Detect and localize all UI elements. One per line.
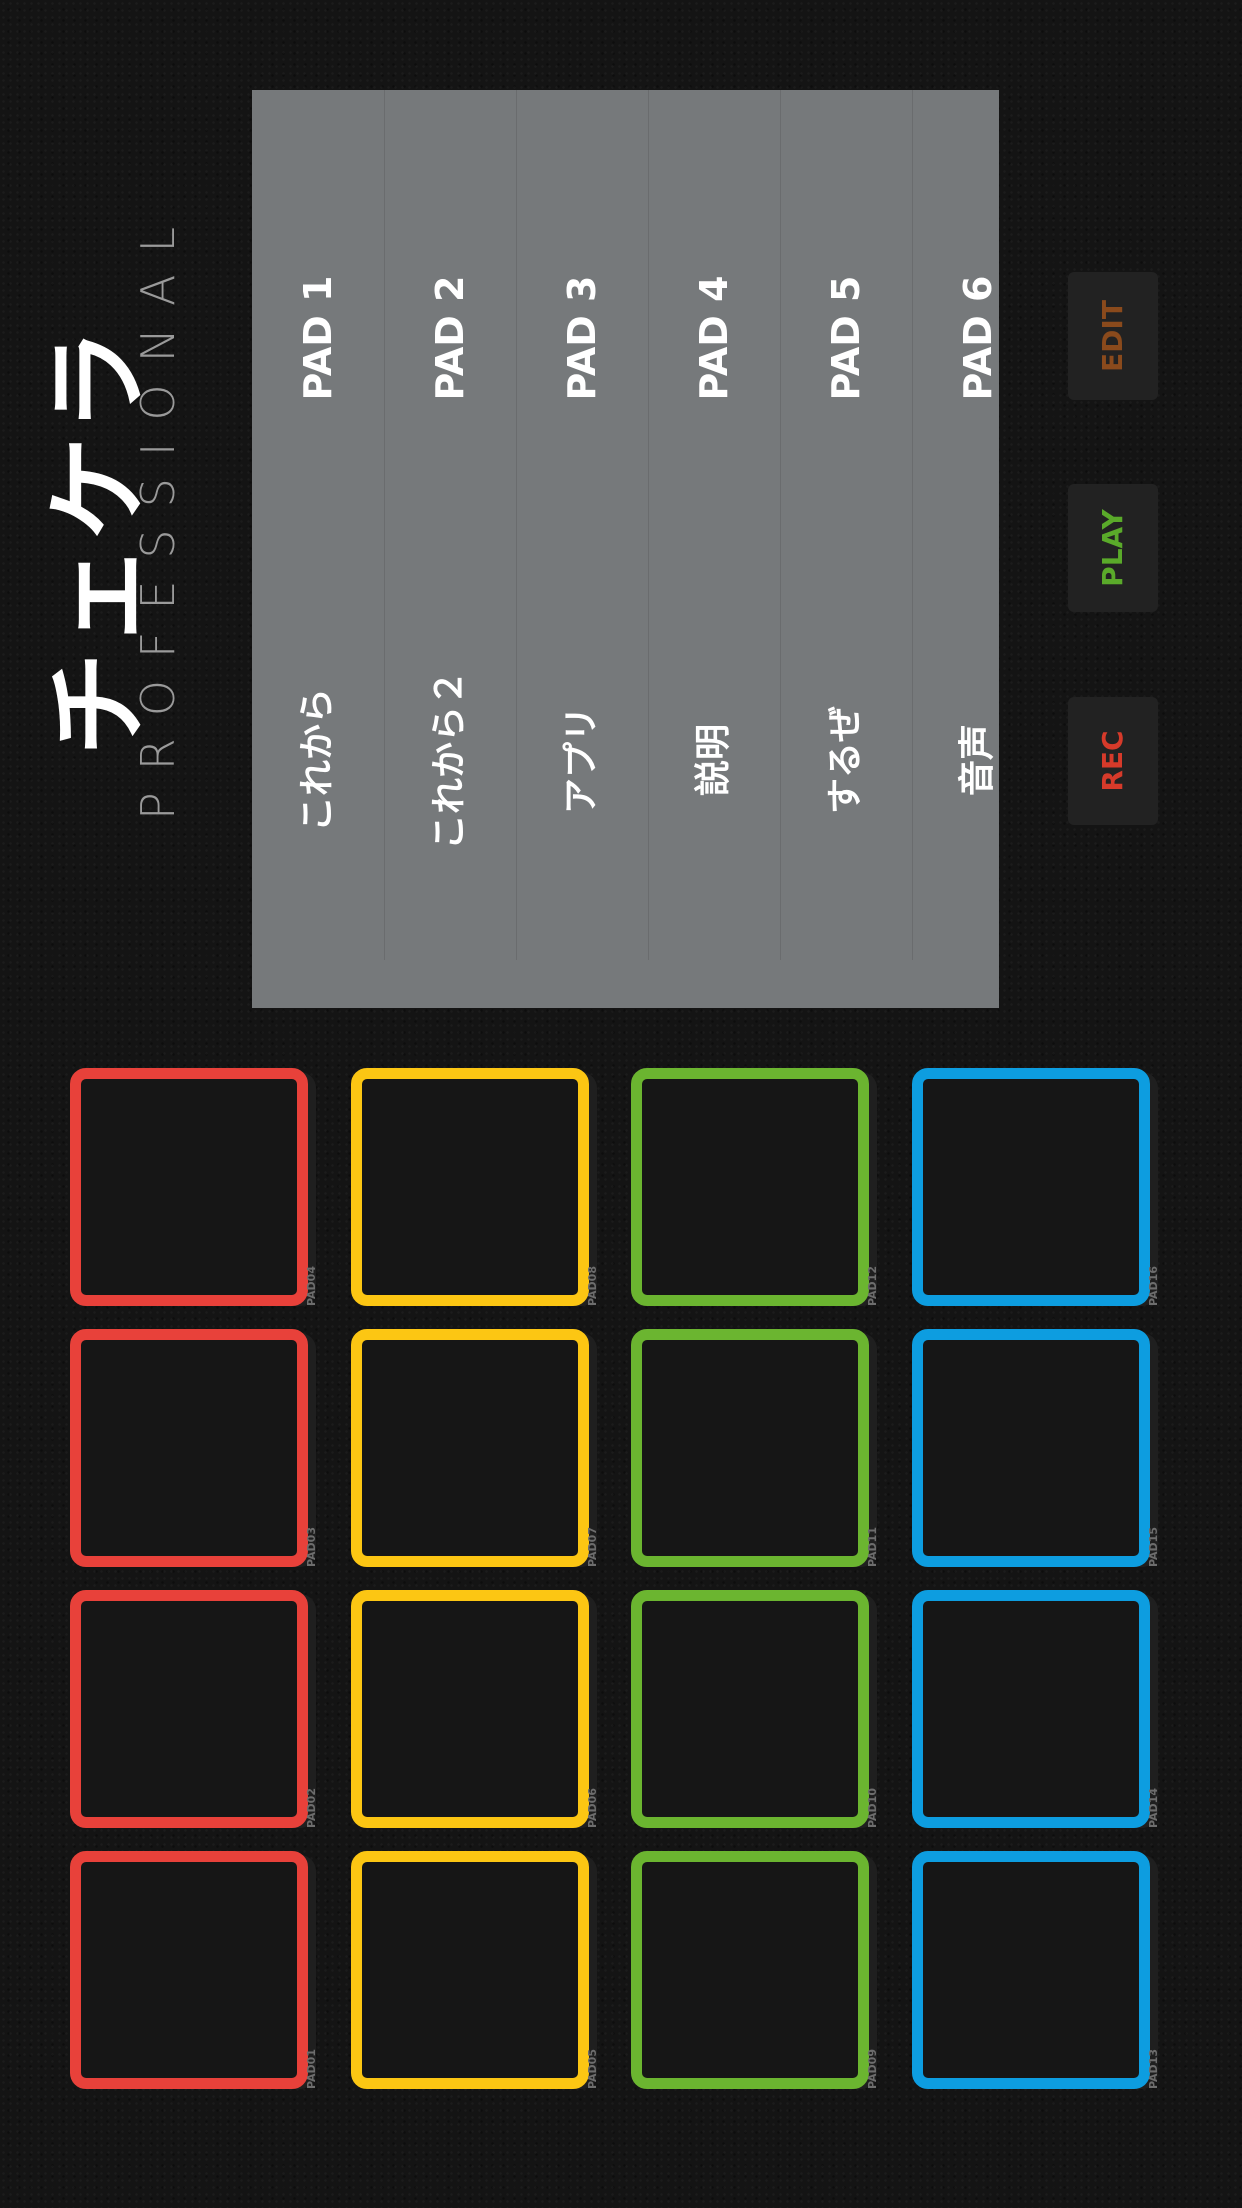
pad-id-label: PAD09 [866,2049,879,2090]
pad-id-label: PAD16 [1147,1266,1160,1307]
drum-pad[interactable]: PAD02 [70,1590,320,1830]
drum-pad[interactable]: PAD08 [351,1068,601,1308]
pad-id-label: PAD06 [586,1788,599,1829]
pad-list-item[interactable]: PAD 5 するぜ [780,90,913,960]
drum-pad[interactable]: PAD04 [70,1068,320,1308]
pad-list-item[interactable]: PAD 3 アプリ [516,90,649,960]
pad-list-item[interactable]: PAD 6 音声 [912,90,1044,960]
app-logo: チェケラ PROFESSIONAL [37,205,185,840]
drum-pad[interactable]: PAD07 [351,1329,601,1569]
pad-sound-name: これから [297,688,338,833]
pad-list-item[interactable]: PAD 4 説明 [648,90,781,960]
drum-pad[interactable]: PAD10 [631,1590,881,1830]
pad-id-label: PAD02 [305,1788,318,1829]
drum-pad[interactable]: PAD11 [631,1329,881,1569]
edit-button-label: EDIT [1096,300,1129,372]
drum-pad[interactable]: PAD05 [351,1851,601,2091]
pad-number-label: PAD 6 [956,275,1000,401]
pad-number-label: PAD 5 [824,275,868,401]
rec-button[interactable]: REC [1068,697,1158,825]
pad-id-label: PAD14 [1147,1788,1160,1829]
pad-id-label: PAD15 [1147,1527,1160,1568]
pad-id-label: PAD05 [586,2049,599,2090]
pad-list-item[interactable]: PAD 2 これから２ [384,90,517,960]
pad-sound-name: これから２ [429,670,470,851]
pad-id-label: PAD08 [586,1266,599,1307]
pad-sound-name: 説明 [693,724,734,797]
drum-pad[interactable]: PAD03 [70,1329,320,1569]
drum-pad[interactable]: PAD16 [912,1068,1162,1308]
edit-button[interactable]: EDIT [1068,272,1158,400]
pad-id-label: PAD11 [866,1527,879,1568]
pad-sound-name: するぜ [825,706,866,815]
pad-id-label: PAD12 [866,1266,879,1307]
drum-pad[interactable]: PAD14 [912,1590,1162,1830]
pad-number-label: PAD 3 [560,275,604,401]
pad-number-label: PAD 2 [428,275,472,401]
pad-list-item[interactable]: PAD 1 これから [252,90,385,960]
drum-pad[interactable]: PAD09 [631,1851,881,2091]
play-button-label: PLAY [1096,509,1129,587]
drum-pad[interactable]: PAD13 [912,1851,1162,2091]
drum-pad[interactable]: PAD01 [70,1851,320,2091]
pad-number-label: PAD 4 [692,275,736,401]
drum-pad[interactable]: PAD12 [631,1068,881,1308]
drum-pad[interactable]: PAD15 [912,1329,1162,1569]
pad-id-label: PAD01 [305,2049,318,2090]
logo-subtitle: PROFESSIONAL [131,204,185,820]
pad-list-panel: PAD 1 これから PAD 2 これから２ PAD 3 アプリ PAD 4 説… [252,90,1000,1008]
pad-id-label: PAD04 [305,1266,318,1307]
pad-id-label: PAD13 [1147,2049,1160,2090]
pad-sound-name: 音声 [957,724,998,797]
drum-pad[interactable]: PAD06 [351,1590,601,1830]
pad-sound-name: アプリ [561,706,602,815]
pad-number-label: PAD 1 [296,275,340,401]
rec-button-label: REC [1096,730,1129,792]
pad-id-label: PAD07 [586,1527,599,1568]
pad-id-label: PAD10 [866,1788,879,1829]
play-button[interactable]: PLAY [1068,484,1158,612]
pad-id-label: PAD03 [305,1527,318,1568]
